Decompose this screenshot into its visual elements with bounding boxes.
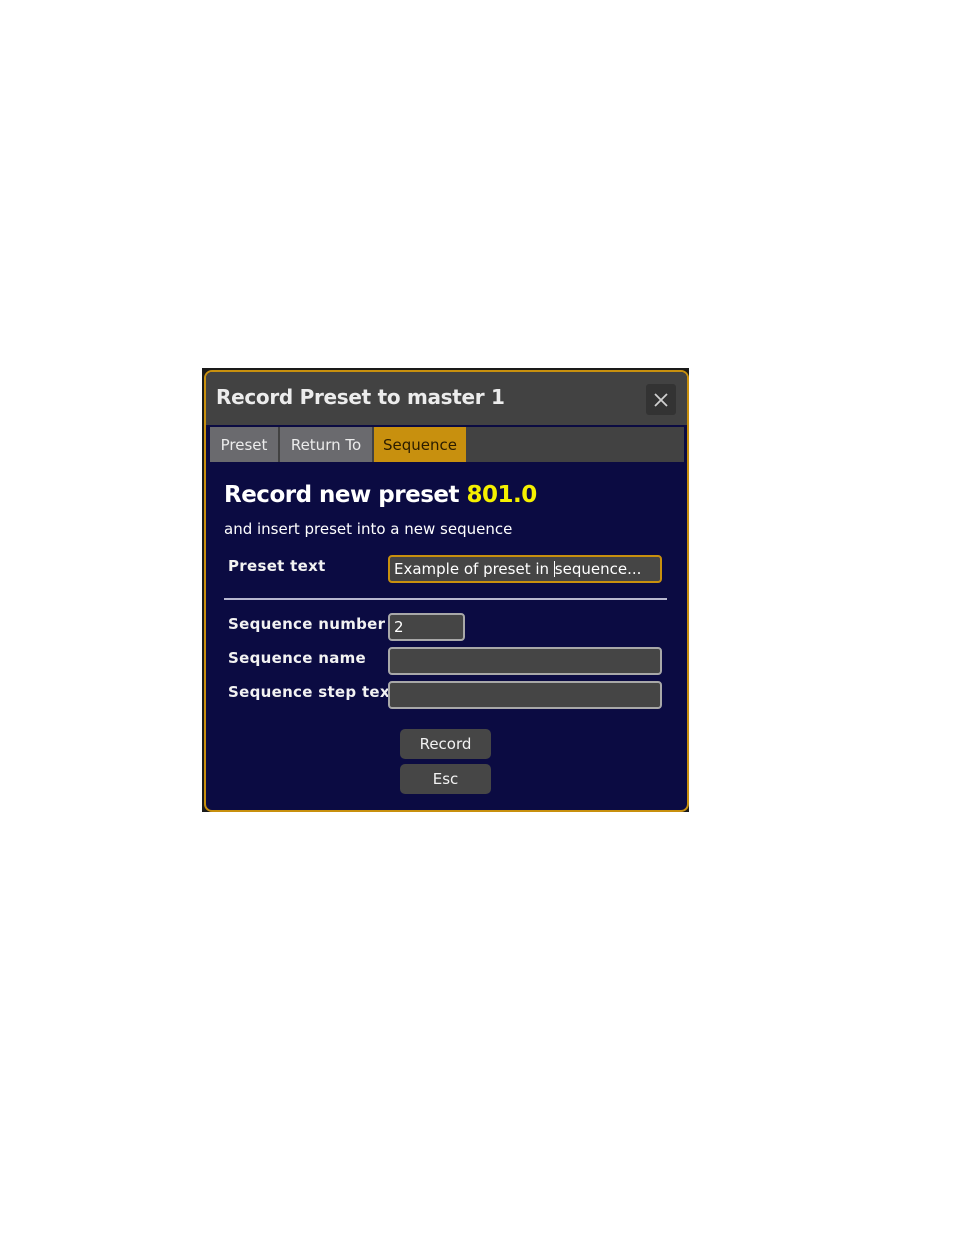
preset-number: 801.0 bbox=[466, 482, 538, 508]
sequence-number-input[interactable]: 2 bbox=[388, 613, 465, 641]
tab-preset[interactable]: Preset bbox=[210, 427, 278, 462]
preset-text-value-after: sequence... bbox=[554, 560, 642, 578]
preset-text-input[interactable]: Example of preset in sequence... bbox=[388, 555, 662, 583]
esc-button[interactable]: Esc bbox=[400, 764, 491, 794]
sequence-step-text-label: Sequence step text bbox=[228, 683, 398, 701]
tab-sequence[interactable]: Sequence bbox=[374, 427, 466, 462]
close-button[interactable] bbox=[646, 384, 676, 415]
dialog-title: Record Preset to master 1 bbox=[216, 385, 505, 409]
sequence-step-text-input[interactable] bbox=[388, 681, 662, 709]
sequence-number-value: 2 bbox=[394, 618, 404, 636]
record-heading: Record new preset 801.0 bbox=[224, 482, 537, 508]
tab-return-to[interactable]: Return To bbox=[280, 427, 372, 462]
subheading: and insert preset into a new sequence bbox=[224, 520, 513, 538]
preset-text-label: Preset text bbox=[228, 557, 326, 575]
sequence-name-label: Sequence name bbox=[228, 649, 367, 667]
heading-text: Record new preset bbox=[224, 482, 459, 508]
close-icon bbox=[654, 392, 668, 407]
tab-bar: Preset Return To Sequence bbox=[210, 427, 684, 462]
preset-text-value-before: Example of preset in bbox=[394, 560, 554, 578]
sequence-number-label: Sequence number bbox=[228, 615, 386, 633]
sequence-name-input[interactable] bbox=[388, 647, 662, 675]
divider bbox=[224, 598, 667, 600]
record-preset-dialog: Record Preset to master 1 Preset Return … bbox=[204, 370, 689, 812]
dialog-titlebar: Record Preset to master 1 bbox=[206, 372, 687, 425]
record-button[interactable]: Record bbox=[400, 729, 491, 759]
